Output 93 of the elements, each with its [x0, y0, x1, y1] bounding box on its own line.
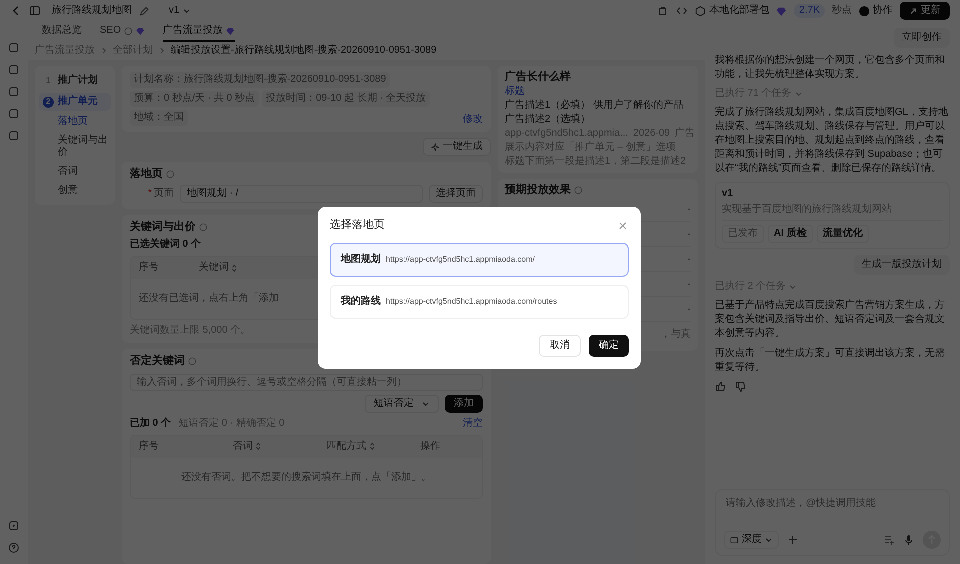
- nav-icon[interactable]: [8, 108, 20, 120]
- selected-keyword-count: 已选关键词 0 个: [130, 239, 202, 252]
- column-header: 操作: [420, 440, 442, 453]
- caret-icon: [182, 7, 191, 15]
- package-icon[interactable]: [657, 5, 670, 17]
- code-icon[interactable]: [676, 5, 688, 17]
- forecast-value: -: [688, 279, 691, 290]
- select-page-button[interactable]: 选择页面: [429, 185, 483, 204]
- sort-icon[interactable]: [254, 442, 262, 452]
- version-name: v1: [722, 188, 734, 200]
- section-title: 预期投放效果: [505, 184, 571, 198]
- deploy-button[interactable]: 本地化部署包: [695, 5, 770, 17]
- step-subitem[interactable]: 关键词与出价: [39, 133, 111, 161]
- section-title: 广告长什么样: [505, 71, 571, 84]
- caret-icon: [789, 283, 798, 291]
- add-button[interactable]: 添加: [445, 394, 483, 413]
- sort-icon[interactable]: [368, 442, 376, 452]
- ad-description: 广告描述2（选填）: [505, 114, 591, 126]
- section-title: 关键词与出价: [130, 221, 196, 234]
- sidebar-toggle-icon[interactable]: [29, 5, 41, 17]
- play-icon[interactable]: [8, 520, 20, 532]
- nav-icon[interactable]: [8, 42, 20, 54]
- generate-button[interactable]: 一键生成: [423, 138, 491, 156]
- points-badge: 2.7K: [794, 4, 825, 18]
- close-icon[interactable]: [617, 220, 629, 232]
- nav-icon[interactable]: [8, 130, 20, 142]
- forecast-value: -: [688, 229, 691, 240]
- diamond-icon: [136, 26, 146, 36]
- thumbs-down-icon[interactable]: [735, 381, 747, 393]
- landing-page-option[interactable]: 地图规划 https://app-ctvfg5nd5hc1.appmiaoda.com/: [330, 243, 629, 278]
- added-count: 已加 0 个: [130, 418, 172, 430]
- forecast-value: -: [688, 304, 691, 316]
- assistant-message: 我将根据你的想法创建一个网页，它包含多个页面和功能，让我先梳理整体实现方案。: [715, 54, 946, 82]
- caret-icon: [794, 90, 803, 98]
- assistant-message: 已基于产品特点完成百度搜索广告营销方案生成，方案包含关键词及指导出价、短语否定词及一套合规文本创意等内容。: [715, 299, 946, 341]
- points-unit: 秒点: [832, 5, 852, 17]
- forecast-value: -: [688, 204, 691, 216]
- thumbs-up-icon[interactable]: [715, 381, 727, 393]
- sort-icon[interactable]: [231, 264, 238, 273]
- tab[interactable]: 数据总览: [42, 22, 82, 42]
- empty-message: 还没有否词。把不想要的搜索词填在上面，点「添加」。: [182, 472, 432, 484]
- confirm-button[interactable]: 确定: [589, 335, 629, 358]
- cancel-button[interactable]: 取消: [539, 335, 581, 358]
- list-add-icon[interactable]: [883, 534, 895, 546]
- assistant-message: 再次点击「一键生成方案」可直接调出该方案，无需重复等待。: [715, 347, 946, 375]
- clear-link[interactable]: 清空: [463, 418, 483, 430]
- nav-icon[interactable]: [8, 64, 20, 76]
- window-icon: [730, 536, 739, 544]
- microphone-icon[interactable]: [903, 534, 915, 546]
- ad-headline: 标题: [505, 86, 525, 98]
- nav-icon[interactable]: [8, 86, 20, 98]
- diamond-icon: [776, 6, 788, 16]
- edit-icon[interactable]: [139, 6, 150, 16]
- column-header: 匹配方式: [326, 440, 380, 453]
- column-header: 序号: [139, 262, 159, 274]
- step-item[interactable]: 2 推广单元: [39, 93, 111, 111]
- ad-description: 广告描述1（必填） 供用户了解你的产品: [505, 100, 684, 112]
- version-action-button[interactable]: AI 质检: [768, 225, 813, 243]
- user-message: 生成一版投放计划: [854, 255, 950, 275]
- column-header: 序号: [139, 440, 160, 453]
- edit-link[interactable]: 修改: [463, 114, 483, 126]
- mode-dropdown[interactable]: 深度: [724, 531, 779, 549]
- step-subitem[interactable]: 落地页: [39, 114, 111, 130]
- sparkle-icon: [431, 142, 440, 152]
- chevron-icon: [158, 47, 166, 55]
- section-title: 否定关键词: [130, 355, 185, 369]
- landing-page-option[interactable]: 我的路线 https://app-ctvfg5nd5hc1.appmiaoda.com/routes: [330, 285, 629, 320]
- diamond-icon: [226, 26, 236, 36]
- page-field[interactable]: 地图规划 · /: [180, 185, 423, 204]
- chevron-icon: [100, 47, 108, 55]
- version-dropdown[interactable]: v1: [169, 5, 191, 17]
- column-header: 否词: [232, 440, 286, 453]
- step-subitem[interactable]: 否词: [39, 164, 111, 180]
- project-title: 旅行路线规划地图: [52, 5, 132, 17]
- caret-icon: [765, 536, 773, 544]
- section-title: 落地页: [130, 168, 163, 182]
- forecast-value: -: [688, 254, 691, 266]
- create-now-button[interactable]: 立即创作: [894, 28, 950, 48]
- dialog-title: 选择落地页: [330, 219, 385, 232]
- plus-icon[interactable]: [787, 534, 799, 546]
- required-mark: *: [148, 188, 152, 200]
- update-button[interactable]: 更新: [900, 2, 950, 20]
- field-label: 页面: [154, 188, 174, 200]
- column-header: 关键词: [199, 262, 238, 274]
- version-action-button[interactable]: 流量优化: [816, 225, 869, 243]
- tab[interactable]: SEO: [100, 22, 146, 42]
- collaborate-button[interactable]: 协作: [859, 5, 893, 17]
- assistant-message: 完成了旅行路线规划网站，集成百度地图GL，支持地点搜索、驾车路线规划、路线保存与管理。用户可以在地图上搜索目的地、规划起点到终点的路线，查看距离和预计时间，并将路线保存到 Supabase；也可以在“我的路线”页面查看、删除已保存的路线详情。: [715, 106, 950, 176]
- step-subitem[interactable]: 创意: [39, 183, 111, 199]
- caret-icon: [422, 400, 430, 408]
- match-type-dropdown[interactable]: 短语否定: [365, 394, 439, 413]
- empty-message: 还没有已选词，点右上角「添加: [139, 293, 279, 306]
- avatar-icon: [859, 6, 870, 16]
